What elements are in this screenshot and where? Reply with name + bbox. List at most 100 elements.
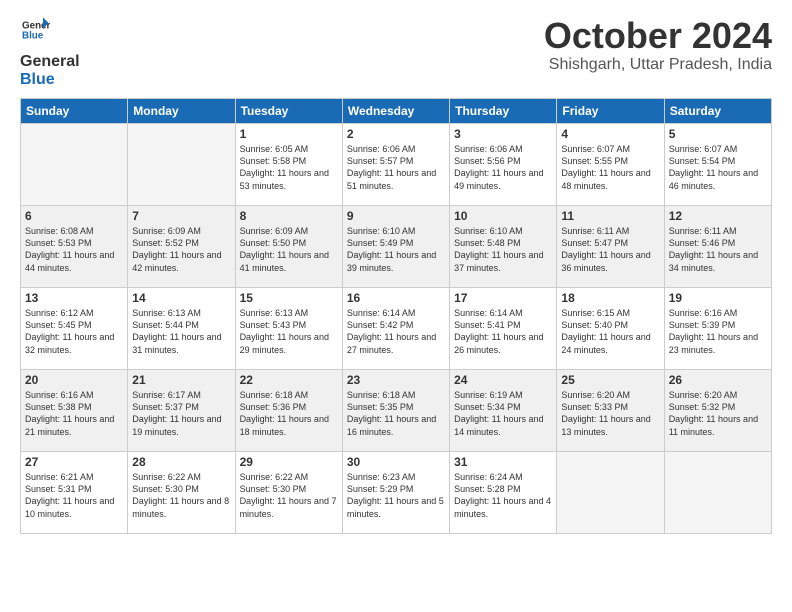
table-row: 22 Sunrise: 6:18 AMSunset: 5:36 PMDayligh… xyxy=(235,370,342,452)
day-number: 7 xyxy=(132,209,230,223)
cell-content: Sunrise: 6:07 AMSunset: 5:54 PMDaylight:… xyxy=(669,143,767,192)
table-row: 30 Sunrise: 6:23 AMSunset: 5:29 PMDayligh… xyxy=(342,452,449,534)
cell-content: Sunrise: 6:24 AMSunset: 5:28 PMDaylight:… xyxy=(454,471,552,520)
table-row: 28Sunrise: 6:22 AMSunset: 5:30 PMDayligh… xyxy=(128,452,235,534)
title-block: October 2024 Shishgarh, Uttar Pradesh, I… xyxy=(544,16,772,74)
cell-content: Sunrise: 6:19 AMSunset: 5:34 PMDaylight:… xyxy=(454,389,552,438)
day-number: 6 xyxy=(25,209,123,223)
calendar-header-row: Sunday Monday Tuesday Wednesday Thursday… xyxy=(21,99,772,124)
day-number: 23 xyxy=(347,373,445,387)
table-row: 12Sunrise: 6:11 AMSunset: 5:46 PMDayligh… xyxy=(664,206,771,288)
calendar-week-row: 20 Sunrise: 6:16 AMSunset: 5:38 PMDayligh… xyxy=(21,370,772,452)
logo: General Blue General Blue xyxy=(20,16,80,88)
table-row: 5 Sunrise: 6:07 AMSunset: 5:54 PMDaylight… xyxy=(664,124,771,206)
day-number: 16 xyxy=(347,291,445,305)
day-number: 19 xyxy=(669,291,767,305)
table-row: 24 Sunrise: 6:19 AMSunset: 5:34 PMDayligh… xyxy=(450,370,557,452)
col-tuesday: Tuesday xyxy=(235,99,342,124)
calendar-week-row: 13 Sunrise: 6:12 AMSunset: 5:45 PMDayligh… xyxy=(21,288,772,370)
day-number: 1 xyxy=(240,127,338,141)
table-row: 7 Sunrise: 6:09 AMSunset: 5:52 PMDaylight… xyxy=(128,206,235,288)
day-number: 4 xyxy=(561,127,659,141)
svg-text:Blue: Blue xyxy=(22,30,44,41)
table-row: 17Sunrise: 6:14 AMSunset: 5:41 PMDayligh… xyxy=(450,288,557,370)
cell-content: Sunrise: 6:16 AMSunset: 5:38 PMDaylight:… xyxy=(25,389,123,438)
cell-content: Sunrise: 6:17 AMSunset: 5:37 PMDaylight:… xyxy=(132,389,230,438)
cell-content: Sunrise: 6:15 AMSunset: 5:40 PMDaylight:… xyxy=(561,307,659,356)
cell-content: Sunrise: 6:18 AMSunset: 5:36 PMDaylight:… xyxy=(240,389,338,438)
day-number: 15 xyxy=(240,291,338,305)
table-row: 21 Sunrise: 6:17 AMSunset: 5:37 PMDayligh… xyxy=(128,370,235,452)
cell-content: Sunrise: 6:06 AMSunset: 5:56 PMDaylight:… xyxy=(454,143,552,192)
logo-icon: General Blue xyxy=(22,16,50,44)
day-number: 30 xyxy=(347,455,445,469)
month-title: October 2024 xyxy=(544,16,772,56)
cell-content: Sunrise: 6:09 AMSunset: 5:50 PMDaylight:… xyxy=(240,225,338,274)
table-row: 15 Sunrise: 6:13 AMSunset: 5:43 PMDayligh… xyxy=(235,288,342,370)
table-row: 20 Sunrise: 6:16 AMSunset: 5:38 PMDayligh… xyxy=(21,370,128,452)
table-row: 4 Sunrise: 6:07 AMSunset: 5:55 PMDaylight… xyxy=(557,124,664,206)
table-row: 19 Sunrise: 6:16 AMSunset: 5:39 PMDayligh… xyxy=(664,288,771,370)
day-number: 18 xyxy=(561,291,659,305)
day-number: 21 xyxy=(132,373,230,387)
cell-content: Sunrise: 6:11 AMSunset: 5:47 PMDaylight:… xyxy=(561,225,659,274)
cell-content: Sunrise: 6:08 AMSunset: 5:53 PMDaylight:… xyxy=(25,225,123,274)
col-thursday: Thursday xyxy=(450,99,557,124)
table-row: 9Sunrise: 6:10 AMSunset: 5:49 PMDaylight… xyxy=(342,206,449,288)
calendar-table: Sunday Monday Tuesday Wednesday Thursday… xyxy=(20,98,772,534)
table-row xyxy=(664,452,771,534)
cell-content: Sunrise: 6:13 AMSunset: 5:43 PMDaylight:… xyxy=(240,307,338,356)
day-number: 2 xyxy=(347,127,445,141)
day-number: 26 xyxy=(669,373,767,387)
table-row: 1 Sunrise: 6:05 AMSunset: 5:58 PMDaylight… xyxy=(235,124,342,206)
day-number: 20 xyxy=(25,373,123,387)
table-row xyxy=(21,124,128,206)
day-number: 27 xyxy=(25,455,123,469)
day-number: 25 xyxy=(561,373,659,387)
cell-content: Sunrise: 6:13 AMSunset: 5:44 PMDaylight:… xyxy=(132,307,230,356)
cell-content: Sunrise: 6:07 AMSunset: 5:55 PMDaylight:… xyxy=(561,143,659,192)
col-wednesday: Wednesday xyxy=(342,99,449,124)
cell-content: Sunrise: 6:14 AMSunset: 5:42 PMDaylight:… xyxy=(347,307,445,356)
logo-line1: General xyxy=(20,53,80,71)
day-number: 14 xyxy=(132,291,230,305)
table-row: 10 Sunrise: 6:10 AMSunset: 5:48 PMDayligh… xyxy=(450,206,557,288)
cell-content: Sunrise: 6:09 AMSunset: 5:52 PMDaylight:… xyxy=(132,225,230,274)
table-row: 25Sunrise: 6:20 AMSunset: 5:33 PMDayligh… xyxy=(557,370,664,452)
cell-content: Sunrise: 6:16 AMSunset: 5:39 PMDaylight:… xyxy=(669,307,767,356)
calendar-week-row: 27Sunrise: 6:21 AMSunset: 5:31 PMDayligh… xyxy=(21,452,772,534)
day-number: 24 xyxy=(454,373,552,387)
table-row: 2Sunrise: 6:06 AMSunset: 5:57 PMDaylight… xyxy=(342,124,449,206)
col-saturday: Saturday xyxy=(664,99,771,124)
cell-content: Sunrise: 6:18 AMSunset: 5:35 PMDaylight:… xyxy=(347,389,445,438)
table-row: 11 Sunrise: 6:11 AMSunset: 5:47 PMDayligh… xyxy=(557,206,664,288)
cell-content: Sunrise: 6:22 AMSunset: 5:30 PMDaylight:… xyxy=(240,471,338,520)
col-friday: Friday xyxy=(557,99,664,124)
table-row: 26 Sunrise: 6:20 AMSunset: 5:32 PMDayligh… xyxy=(664,370,771,452)
day-number: 31 xyxy=(454,455,552,469)
cell-content: Sunrise: 6:14 AMSunset: 5:41 PMDaylight:… xyxy=(454,307,552,356)
cell-content: Sunrise: 6:12 AMSunset: 5:45 PMDaylight:… xyxy=(25,307,123,356)
day-number: 22 xyxy=(240,373,338,387)
calendar-week-row: 1 Sunrise: 6:05 AMSunset: 5:58 PMDaylight… xyxy=(21,124,772,206)
day-number: 11 xyxy=(561,209,659,223)
header: General Blue General Blue October 2024 S… xyxy=(20,16,772,88)
cell-content: Sunrise: 6:23 AMSunset: 5:29 PMDaylight:… xyxy=(347,471,445,520)
table-row: 6 Sunrise: 6:08 AMSunset: 5:53 PMDaylight… xyxy=(21,206,128,288)
cell-content: Sunrise: 6:05 AMSunset: 5:58 PMDaylight:… xyxy=(240,143,338,192)
day-number: 9 xyxy=(347,209,445,223)
cell-content: Sunrise: 6:22 AMSunset: 5:30 PMDaylight:… xyxy=(132,471,230,520)
day-number: 10 xyxy=(454,209,552,223)
logo-line2: Blue xyxy=(20,71,80,89)
table-row: 13 Sunrise: 6:12 AMSunset: 5:45 PMDayligh… xyxy=(21,288,128,370)
table-row: 16 Sunrise: 6:14 AMSunset: 5:42 PMDayligh… xyxy=(342,288,449,370)
cell-content: Sunrise: 6:10 AMSunset: 5:48 PMDaylight:… xyxy=(454,225,552,274)
page: General Blue General Blue October 2024 S… xyxy=(0,0,792,612)
table-row: 31 Sunrise: 6:24 AMSunset: 5:28 PMDayligh… xyxy=(450,452,557,534)
table-row xyxy=(128,124,235,206)
table-row xyxy=(557,452,664,534)
table-row: 18 Sunrise: 6:15 AMSunset: 5:40 PMDayligh… xyxy=(557,288,664,370)
day-number: 5 xyxy=(669,127,767,141)
cell-content: Sunrise: 6:20 AMSunset: 5:32 PMDaylight:… xyxy=(669,389,767,438)
day-number: 13 xyxy=(25,291,123,305)
